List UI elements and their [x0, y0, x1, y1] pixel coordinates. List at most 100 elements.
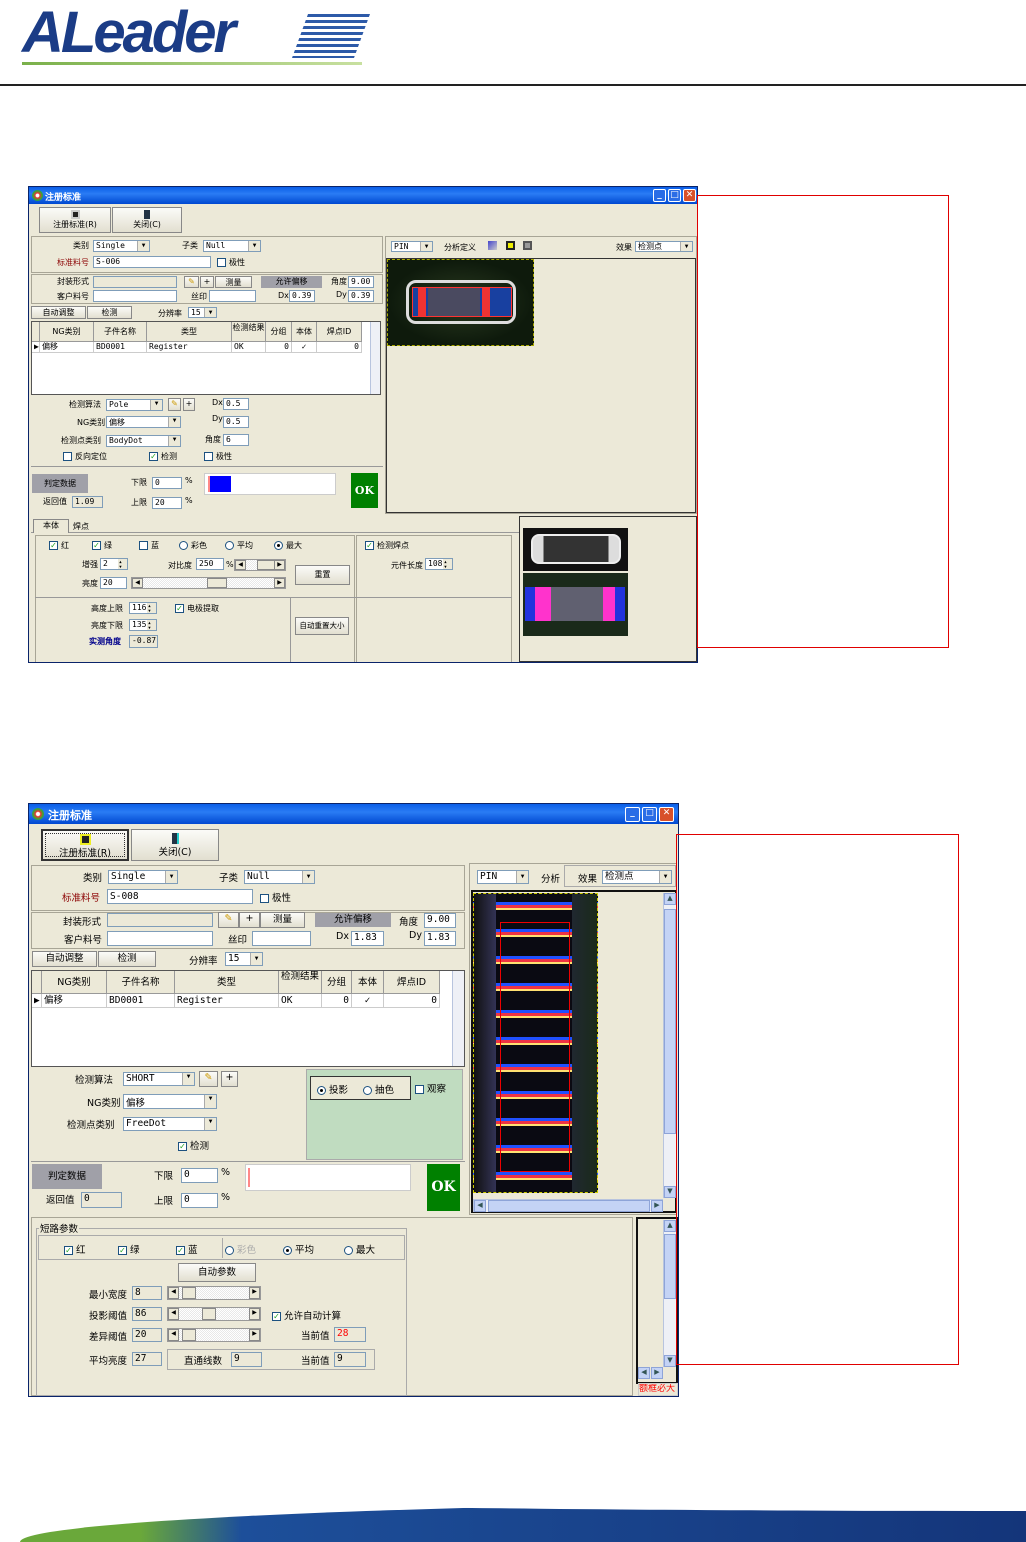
- resolution-select[interactable]: 15: [188, 307, 217, 318]
- tab-body[interactable]: 本体: [33, 519, 69, 533]
- checkbox[interactable]: [92, 541, 101, 550]
- diff-thresh-slider[interactable]: ◀ ▶: [167, 1328, 261, 1342]
- average-radio[interactable]: 平均: [283, 1242, 314, 1256]
- col-part-name[interactable]: 子件名称: [107, 971, 175, 994]
- red-checkbox[interactable]: 红: [64, 1242, 86, 1256]
- table-row[interactable]: ▶ 偏移 BD0001 Register OK 0 ✓ 0: [32, 994, 440, 1008]
- detect-checkbox[interactable]: 检测: [149, 451, 177, 462]
- col-group[interactable]: 分组: [266, 322, 292, 342]
- col-part-name[interactable]: 子件名称: [94, 322, 147, 342]
- auto-adjust-tab[interactable]: 自动调整: [32, 951, 97, 967]
- detect-tab[interactable]: 检测: [87, 306, 132, 319]
- checkbox[interactable]: [365, 541, 374, 550]
- view-mode-select[interactable]: PIN: [391, 241, 433, 252]
- component-length-spinner[interactable]: 108: [425, 558, 453, 570]
- red-checkbox[interactable]: 红: [49, 540, 69, 551]
- close-button[interactable]: 关闭(C): [112, 207, 182, 233]
- cell[interactable]: 0: [266, 342, 292, 353]
- add-button[interactable]: +: [239, 912, 260, 928]
- blue-checkbox[interactable]: 蓝: [139, 540, 159, 551]
- cell[interactable]: OK: [232, 342, 266, 353]
- checkbox[interactable]: [260, 894, 269, 903]
- cell[interactable]: Register: [175, 994, 279, 1008]
- checkbox[interactable]: [272, 1312, 281, 1321]
- checkbox[interactable]: [178, 1142, 187, 1151]
- height-upper-spinner[interactable]: 116: [129, 602, 157, 614]
- cell[interactable]: BD0001: [107, 994, 175, 1008]
- maximize-button[interactable]: □: [668, 189, 681, 202]
- checkbox[interactable]: [149, 452, 158, 461]
- dy-input[interactable]: 1.83: [424, 931, 456, 946]
- auto-param-button[interactable]: 自动参数: [178, 1263, 256, 1282]
- cell[interactable]: 0: [384, 994, 440, 1008]
- ng-select[interactable]: 偏移: [123, 1094, 217, 1109]
- angle2-input[interactable]: 6: [223, 434, 249, 446]
- color-radio[interactable]: 彩色: [179, 540, 207, 551]
- col-type[interactable]: 类型: [175, 971, 279, 994]
- view-hscroll[interactable]: ◀ ▶: [473, 1199, 663, 1212]
- effect-select[interactable]: 检测点: [635, 241, 693, 252]
- customer-part-input[interactable]: [107, 931, 213, 946]
- add-button[interactable]: +: [200, 276, 214, 288]
- side-vscroll[interactable]: ▲ ▼: [663, 1220, 676, 1367]
- min-width-input[interactable]: 8: [132, 1286, 162, 1300]
- electrode-checkbox[interactable]: 电极提取: [175, 603, 219, 614]
- dy2-input[interactable]: 0.5: [223, 416, 249, 428]
- close-window-button[interactable]: ✕: [659, 807, 674, 822]
- measure-button[interactable]: 测量: [215, 276, 252, 288]
- minimize-button[interactable]: _: [625, 807, 640, 822]
- detect-pad-checkbox[interactable]: 检测焊点: [365, 540, 409, 551]
- allow-auto-checkbox[interactable]: 允许自动计算: [272, 1308, 341, 1322]
- detect-checkbox[interactable]: 检测: [178, 1138, 209, 1152]
- cell[interactable]: 偏移: [40, 342, 94, 353]
- checkbox[interactable]: [175, 604, 184, 613]
- polarity-checkbox[interactable]: 极性: [217, 257, 245, 268]
- register-standard-button[interactable]: 注册标准(R): [39, 207, 111, 233]
- contrast-slider[interactable]: ◀ ▶: [234, 559, 286, 571]
- average-radio[interactable]: 平均: [225, 540, 253, 551]
- proj-thresh-slider[interactable]: ◀ ▶: [167, 1307, 261, 1321]
- algo-select[interactable]: SHORT: [123, 1072, 195, 1086]
- checkbox[interactable]: [64, 1246, 73, 1255]
- contrast-input[interactable]: 250: [196, 558, 224, 570]
- radio[interactable]: [363, 1086, 373, 1095]
- silk-input[interactable]: [209, 290, 256, 302]
- extract-radio[interactable]: 抽色: [363, 1085, 394, 1096]
- register-standard-button[interactable]: 注册标准(R): [41, 829, 129, 861]
- lower-input[interactable]: 0: [181, 1168, 218, 1183]
- col-group[interactable]: 分组: [322, 971, 352, 994]
- copy-icon[interactable]: [506, 241, 515, 250]
- subcategory-select[interactable]: Null: [244, 870, 315, 884]
- brightness-slider[interactable]: ◀ ▶: [131, 577, 286, 589]
- dx2-input[interactable]: 0.5: [223, 398, 249, 410]
- magic-wand-button[interactable]: ✎: [184, 276, 199, 288]
- checkbox[interactable]: [415, 1085, 424, 1094]
- enhance-spinner[interactable]: 2: [100, 558, 128, 570]
- col-ng-type[interactable]: NG类别: [42, 971, 107, 994]
- dx-input[interactable]: 1.83: [351, 931, 384, 946]
- view-mode-select[interactable]: PIN: [477, 870, 529, 884]
- diff-thresh-input[interactable]: 20: [132, 1328, 162, 1342]
- upper-input[interactable]: 0: [181, 1193, 218, 1208]
- checkbox[interactable]: [139, 541, 148, 550]
- max-radio[interactable]: 最大: [274, 540, 302, 551]
- dy-input[interactable]: 0.39: [348, 290, 374, 302]
- close-button[interactable]: 关闭(C): [131, 829, 219, 861]
- checkbox[interactable]: [63, 452, 72, 461]
- close-window-button[interactable]: ✕: [683, 189, 696, 202]
- dx-input[interactable]: 0.39: [289, 290, 315, 302]
- grid-scrollbar[interactable]: [452, 971, 464, 1066]
- add-button[interactable]: +: [183, 398, 195, 411]
- checkbox[interactable]: [204, 452, 213, 461]
- brightness-input[interactable]: 20: [100, 577, 127, 589]
- radio[interactable]: [225, 541, 234, 550]
- std-part-input[interactable]: S-008: [107, 889, 253, 904]
- radio[interactable]: [179, 541, 188, 550]
- package-input[interactable]: [93, 276, 177, 288]
- category-select[interactable]: Single: [108, 870, 178, 884]
- green-checkbox[interactable]: 绿: [92, 540, 112, 551]
- radio[interactable]: [344, 1246, 353, 1255]
- col-body[interactable]: 本体: [352, 971, 384, 994]
- measure-button[interactable]: 测量: [260, 912, 305, 928]
- checkbox[interactable]: [217, 258, 226, 267]
